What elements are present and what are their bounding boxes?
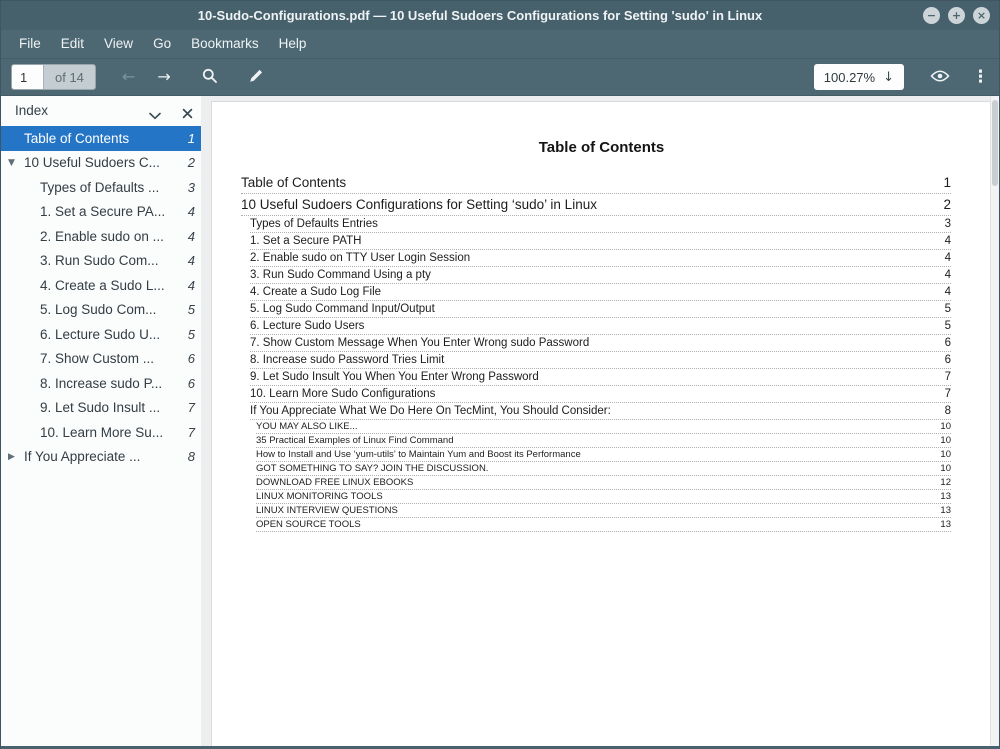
index-item-run-sudo-pty[interactable]: 3. Run Sudo Com... 4 [1, 249, 201, 274]
forward-arrow-icon: → [157, 69, 170, 85]
menu-edit[interactable]: Edit [51, 30, 94, 58]
toc-entry[interactable]: Table of Contents1 [241, 172, 951, 194]
menu-file[interactable]: File [9, 30, 51, 58]
zoom-level-dropdown[interactable]: 100.27% ↓ [814, 64, 904, 90]
zoom-level-value: 100.27% [824, 70, 875, 85]
sidebar-mode-dropdown[interactable] [149, 107, 161, 125]
chevron-down-icon [149, 107, 161, 124]
history-forward-button[interactable]: → [157, 69, 170, 85]
page-title: Table of Contents [212, 139, 991, 156]
search-icon [201, 67, 219, 88]
index-item-set-secure-path[interactable]: 1. Set a Secure PA... 4 [1, 200, 201, 225]
window-title: 10-Sudo-Configurations.pdf — 10 Useful S… [61, 1, 899, 30]
document-view: Table of Contents Table of Contents1 10 … [201, 96, 999, 746]
toc-entry[interactable]: LINUX INTERVIEW QUESTIONS13 [256, 504, 951, 518]
expander-open-icon[interactable]: ▼ [1, 158, 24, 168]
index-item-log-sudo-io[interactable]: 5. Log Sudo Com... 5 [1, 298, 201, 323]
page-selector: of 14 [11, 64, 96, 90]
toc-list: Table of Contents1 10 Useful Sudoers Con… [241, 172, 951, 532]
toc-entry[interactable]: YOU MAY ALSO LIKE...10 [256, 420, 951, 434]
toc-entry[interactable]: 7. Show Custom Message When You Enter Wr… [250, 335, 951, 352]
toc-entry[interactable]: 10 Useful Sudoers Configurations for Set… [241, 194, 951, 216]
close-x-icon [182, 106, 193, 123]
toc-entry[interactable]: 6. Lecture Sudo Users5 [250, 318, 951, 335]
titlebar[interactable]: 10-Sudo-Configurations.pdf — 10 Useful S… [1, 1, 999, 30]
toc-entry[interactable]: Types of Defaults Entries3 [250, 216, 951, 233]
toc-entry[interactable]: 1. Set a Secure PATH4 [250, 233, 951, 250]
index-item-lecture-sudo-users[interactable]: 6. Lecture Sudo U... 5 [1, 322, 201, 347]
toc-entry[interactable]: 9. Let Sudo Insult You When You Enter Wr… [250, 369, 951, 386]
maximize-icon: + [952, 10, 961, 21]
index-item-table-of-contents[interactable]: Table of Contents 1 [1, 126, 201, 151]
content-area: Index [1, 96, 999, 746]
toc-entry[interactable]: 3. Run Sudo Command Using a pty4 [250, 267, 951, 284]
close-button[interactable]: × [973, 7, 990, 24]
menu-view[interactable]: View [94, 30, 143, 58]
pencil-icon [247, 67, 265, 88]
kebab-menu-icon: ⋮ [972, 67, 989, 87]
index-item-enable-sudo-tty[interactable]: 2. Enable sudo on ... 4 [1, 224, 201, 249]
index-list: Table of Contents 1 ▼ 10 Useful Sudoers … [1, 126, 201, 469]
toc-entry[interactable]: If You Appreciate What We Do Here On Tec… [250, 403, 951, 420]
index-item-show-custom-message[interactable]: 7. Show Custom ... 6 [1, 347, 201, 372]
maximize-button[interactable]: + [948, 7, 965, 24]
toc-entry[interactable]: DOWNLOAD FREE LINUX EBOOKS12 [256, 476, 951, 490]
toc-entry[interactable]: How to Install and Use ‘yum-utils’ to Ma… [256, 448, 951, 462]
toc-entry[interactable]: 4. Create a Sudo Log File4 [250, 284, 951, 301]
index-item-create-sudo-log[interactable]: 4. Create a Sudo L... 4 [1, 273, 201, 298]
sidebar-mode-label: Index [15, 96, 48, 126]
menu-overflow-button[interactable]: ⋮ [972, 67, 989, 87]
toc-entry[interactable]: 2. Enable sudo on TTY User Login Session… [250, 250, 951, 267]
toc-entry[interactable]: GOT SOMETHING TO SAY? JOIN THE DISCUSSIO… [256, 462, 951, 476]
search-button[interactable] [201, 67, 219, 88]
page-total-label: of 14 [43, 65, 95, 89]
toc-entry[interactable]: OPEN SOURCE TOOLS13 [256, 518, 951, 532]
pdf-page: Table of Contents Table of Contents1 10 … [211, 101, 992, 748]
minimize-button[interactable]: − [923, 7, 940, 24]
menubar: File Edit View Go Bookmarks Help [1, 30, 999, 58]
sidebar-header: Index [1, 96, 201, 126]
index-item-10-useful-sudoers[interactable]: ▼ 10 Useful Sudoers C... 2 [1, 151, 201, 176]
vertical-scrollbar[interactable] [990, 96, 999, 746]
toc-entry[interactable]: 35 Practical Examples of Linux Find Comm… [256, 434, 951, 448]
index-item-learn-more-sudo[interactable]: 10. Learn More Su... 7 [1, 420, 201, 445]
annotate-button[interactable] [247, 67, 265, 88]
toc-entry[interactable]: 5. Log Sudo Command Input/Output5 [250, 301, 951, 318]
zoom-dropdown-arrow-icon: ↓ [883, 70, 894, 85]
expander-collapsed-icon[interactable]: ▶ [1, 452, 24, 462]
scrollbar-thumb[interactable] [992, 100, 998, 186]
sidebar-close-button[interactable] [182, 106, 193, 124]
index-item-sudo-insult[interactable]: 9. Let Sudo Insult ... 7 [1, 396, 201, 421]
sidebar: Index [1, 96, 201, 746]
history-back-button[interactable]: ← [122, 69, 135, 85]
toolbar: of 14 ← → 100.27% ↓ [1, 58, 999, 96]
menu-bookmarks[interactable]: Bookmarks [181, 30, 269, 58]
window-controls: − + × [923, 7, 990, 24]
pdf-viewer-window: 10-Sudo-Configurations.pdf — 10 Useful S… [0, 0, 1000, 749]
index-item-increase-tries-limit[interactable]: 8. Increase sudo P... 6 [1, 371, 201, 396]
menu-help[interactable]: Help [269, 30, 317, 58]
index-item-types-of-defaults[interactable]: Types of Defaults ... 3 [1, 175, 201, 200]
close-icon: × [977, 10, 986, 21]
minimize-icon: − [927, 10, 936, 21]
toc-entry[interactable]: 10. Learn More Sudo Configurations7 [250, 386, 951, 403]
index-item-if-you-appreciate[interactable]: ▶ If You Appreciate ... 8 [1, 445, 201, 470]
menu-go[interactable]: Go [143, 30, 181, 58]
page-number-input[interactable] [12, 65, 43, 89]
back-arrow-icon: ← [122, 69, 135, 85]
toc-entry[interactable]: LINUX MONITORING TOOLS13 [256, 490, 951, 504]
eye-icon [930, 69, 950, 86]
view-options-button[interactable] [930, 69, 950, 86]
toc-entry[interactable]: 8. Increase sudo Password Tries Limit6 [250, 352, 951, 369]
